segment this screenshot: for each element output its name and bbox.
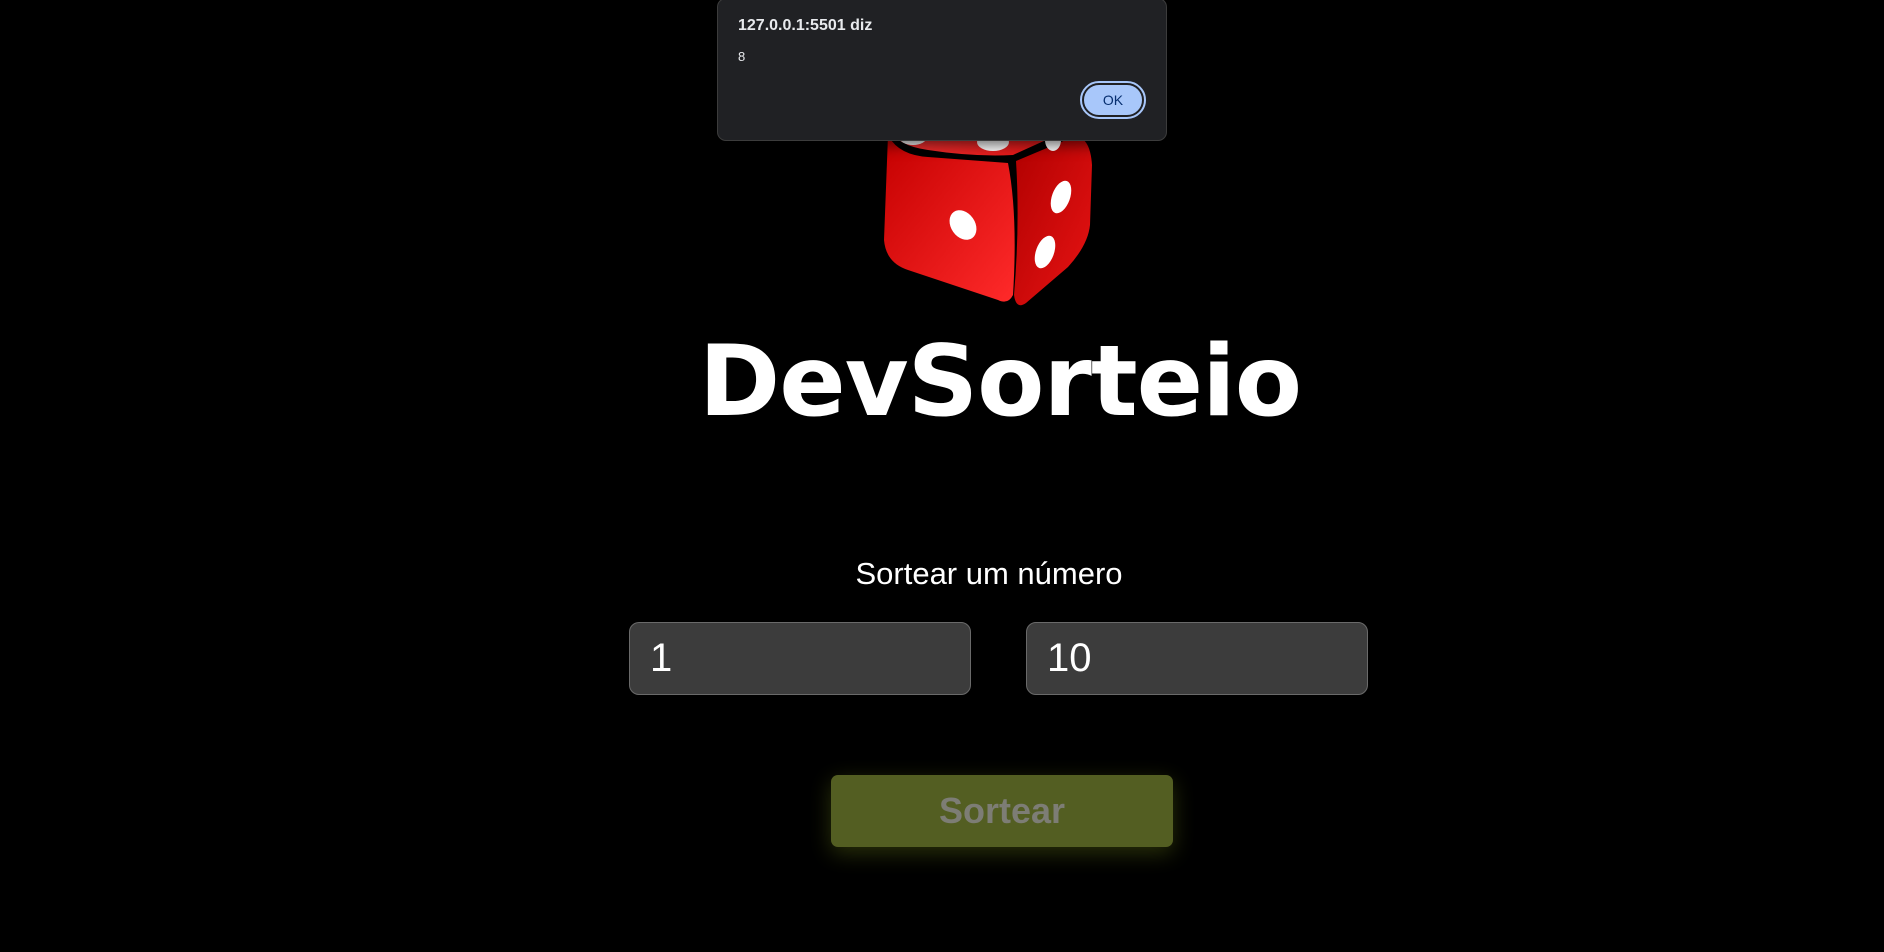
alert-title: 127.0.0.1:5501 diz: [738, 17, 873, 34]
page-title: DevSorteio: [698, 325, 1302, 439]
min-number-input[interactable]: [629, 622, 971, 695]
alert-message: 8: [738, 49, 746, 64]
page: DevSorteio Sortear um número Sortear 127…: [0, 0, 1884, 952]
subtitle: Sortear um número: [855, 556, 1123, 591]
alert-ok-button[interactable]: OK: [1080, 81, 1146, 119]
max-number-input[interactable]: [1026, 622, 1368, 695]
alert-dialog: 127.0.0.1:5501 diz 8 OK: [717, 0, 1167, 141]
draw-button[interactable]: Sortear: [831, 775, 1173, 847]
